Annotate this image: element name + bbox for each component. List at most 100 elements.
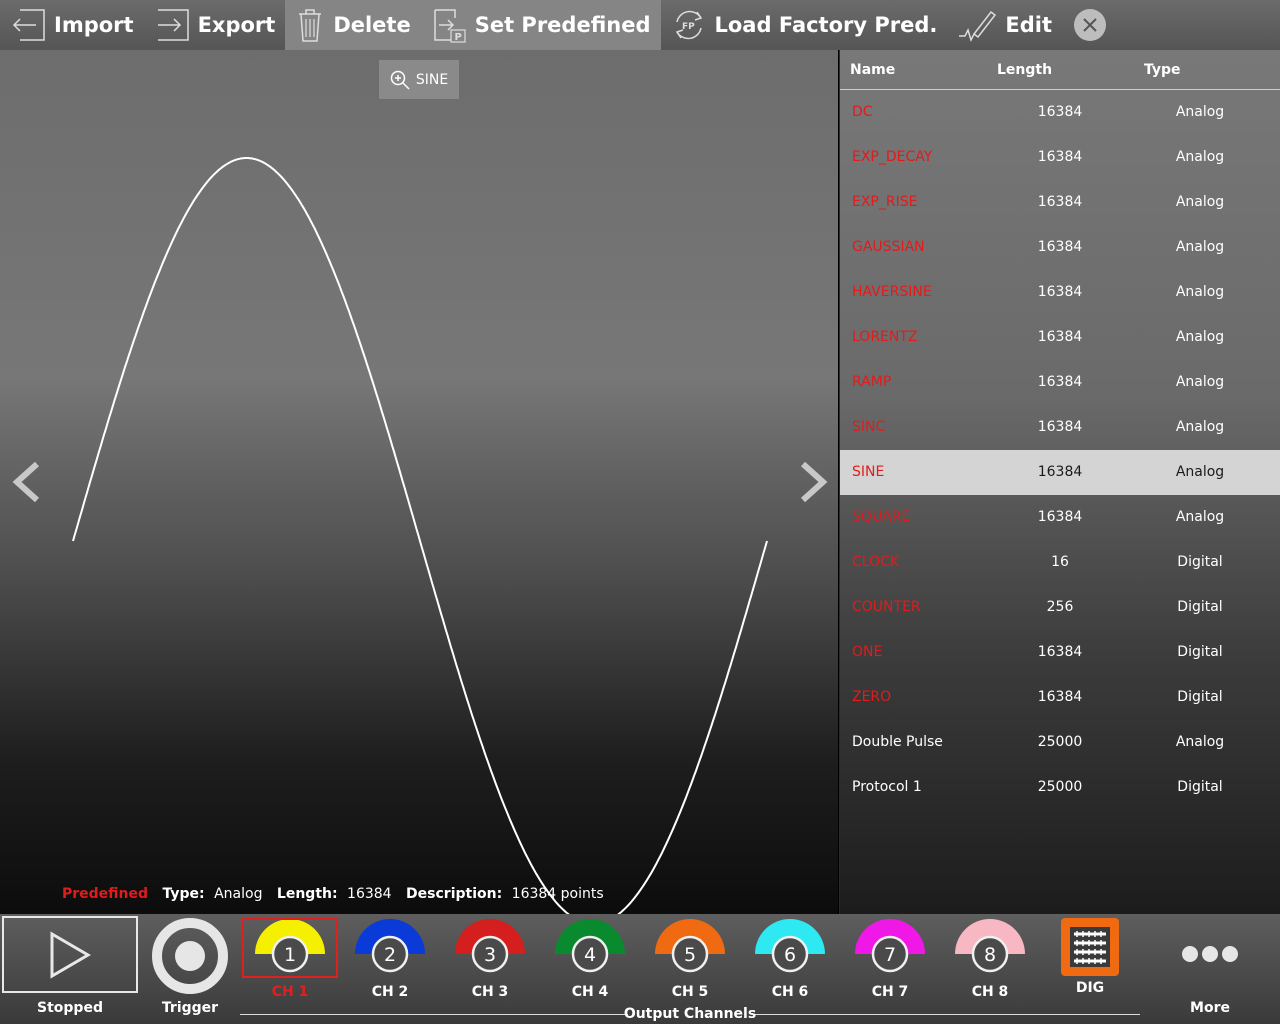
list-row[interactable]: ZERO 16384 Digital <box>840 675 1280 720</box>
load-factory-label: Load Factory Pred. <box>714 13 938 37</box>
waveform-list: Name Length Type DC 16384 Analog EXP_DECAY 1… <box>839 50 1280 914</box>
import-button[interactable]: Import <box>0 0 144 50</box>
column-type: Type <box>1144 61 1181 78</box>
svg-text:P: P <box>454 32 461 43</box>
channel-number: 4 <box>584 944 596 966</box>
list-row[interactable]: Double Pulse 25000 Analog <box>840 720 1280 765</box>
channel-button-7[interactable]: 7 CH 7 <box>842 918 938 1014</box>
channel-label: CH 4 <box>571 984 609 1000</box>
row-name: COUNTER <box>852 599 921 615</box>
channel-label: CH 2 <box>371 984 409 1000</box>
channel-button-8[interactable]: 8 CH 8 <box>942 918 1038 1014</box>
list-row[interactable]: SINE 16384 Analog <box>840 450 1280 495</box>
channel-label: CH 8 <box>971 984 1009 1000</box>
play-button[interactable] <box>2 916 138 993</box>
column-name: Name <box>850 61 896 78</box>
zoom-label: SINE <box>415 71 449 88</box>
row-type: Analog <box>1175 419 1225 435</box>
list-row[interactable]: GAUSSIAN 16384 Analog <box>840 225 1280 270</box>
channel-button-2[interactable]: 2 CH 2 <box>342 918 438 1014</box>
set-predefined-button[interactable]: P Set Predefined <box>420 0 661 50</box>
row-type: Analog <box>1175 734 1225 750</box>
channel-button-4[interactable]: 4 CH 4 <box>542 918 638 1014</box>
row-name: SINE <box>852 464 885 480</box>
list-row[interactable]: LORENTZ 16384 Analog <box>840 315 1280 360</box>
channel-button-1[interactable]: 1 CH 1 <box>242 918 338 1014</box>
row-type: Digital <box>1177 599 1223 615</box>
channel-number: 2 <box>384 944 396 966</box>
delete-button[interactable]: Delete <box>285 0 421 50</box>
channel-icon: 3 <box>455 919 525 973</box>
row-type: Analog <box>1175 509 1225 525</box>
delete-label: Delete <box>333 13 411 37</box>
channel-button-6[interactable]: 6 CH 6 <box>742 918 838 1014</box>
row-type: Analog <box>1175 284 1225 300</box>
set-predefined-icon: P <box>433 9 466 43</box>
list-row[interactable]: DC 16384 Analog <box>840 90 1280 135</box>
close-button[interactable] <box>1074 9 1107 41</box>
row-length: 16384 <box>1037 689 1083 705</box>
row-name: EXP_RISE <box>852 194 918 210</box>
row-length: 16384 <box>1037 419 1083 435</box>
row-length: 256 <box>1046 599 1074 615</box>
more-button[interactable] <box>1178 942 1242 966</box>
output-channels-label: Output Channels <box>623 1006 757 1022</box>
channel-button-3[interactable]: 3 CH 3 <box>442 918 538 1014</box>
list-row[interactable]: EXP_DECAY 16384 Analog <box>840 135 1280 180</box>
row-name: ZERO <box>852 689 892 705</box>
list-row[interactable]: CLOCK 16 Digital <box>840 540 1280 585</box>
refresh-icon: FP <box>675 10 702 40</box>
channel-button-5[interactable]: 5 CH 5 <box>642 918 738 1014</box>
edit-button[interactable]: Edit <box>947 0 1062 50</box>
channel-icon: 8 <box>955 919 1025 973</box>
list-row[interactable]: HAVERSINE 16384 Analog <box>840 270 1280 315</box>
channel-icon: 5 <box>655 919 725 973</box>
trigger-button[interactable] <box>151 917 229 995</box>
row-type: Analog <box>1175 149 1225 165</box>
edit-label: Edit <box>1005 13 1053 37</box>
row-type: Analog <box>1175 194 1225 210</box>
load-factory-button[interactable]: FP Load Factory Pred. <box>661 0 948 50</box>
row-type: Digital <box>1177 554 1223 570</box>
channel-icon: 6 <box>755 919 825 973</box>
chevron-right-icon <box>800 461 828 503</box>
waveform-info: Predefined Type: Analog Length: 16384 De… <box>62 886 614 902</box>
list-row[interactable]: EXP_RISE 16384 Analog <box>840 180 1280 225</box>
list-row[interactable]: Protocol 1 25000 Digital <box>840 765 1280 810</box>
output-channels-group: Output Channels <box>240 1006 1140 1022</box>
play-icon <box>50 930 91 979</box>
zoom-button[interactable]: SINE <box>379 60 459 99</box>
type-value: Analog <box>214 886 263 902</box>
channel-icon: 2 <box>355 919 425 973</box>
waveform-plot <box>72 157 768 914</box>
more-label: More <box>1190 1000 1230 1016</box>
dig-label: DIG <box>1075 980 1105 996</box>
list-row[interactable]: SINC 16384 Analog <box>840 405 1280 450</box>
row-name: SINC <box>852 419 886 435</box>
row-type: Analog <box>1175 329 1225 345</box>
list-row[interactable]: COUNTER 256 Digital <box>840 585 1280 630</box>
channel-label: CH 1 <box>271 984 309 1000</box>
channel-icon: 7 <box>855 919 925 973</box>
row-type: Analog <box>1175 104 1225 120</box>
description-value: 16384 points <box>511 886 604 902</box>
list-row[interactable]: SQUARE 16384 Analog <box>840 495 1280 540</box>
list-row[interactable]: ONE 16384 Digital <box>840 630 1280 675</box>
type-label: Type: <box>162 886 205 902</box>
row-name: Double Pulse <box>852 734 943 750</box>
dig-button[interactable] <box>1061 918 1119 976</box>
next-button[interactable] <box>796 458 832 506</box>
export-button[interactable]: Export <box>144 0 286 50</box>
channel-label: CH 5 <box>671 984 709 1000</box>
row-type: Digital <box>1177 644 1223 660</box>
play-state-label: Stopped <box>37 1000 103 1016</box>
waveform-panel: SINE Predefined Type: Analog Length: 163… <box>0 50 838 914</box>
row-name: RAMP <box>852 374 892 390</box>
channel-label: CH 3 <box>471 984 509 1000</box>
list-row[interactable]: RAMP 16384 Analog <box>840 360 1280 405</box>
channel-label: CH 7 <box>871 984 909 1000</box>
row-length: 25000 <box>1037 734 1083 750</box>
previous-button[interactable] <box>8 458 44 506</box>
trash-icon <box>299 9 322 42</box>
pencil-wave-icon <box>959 10 997 43</box>
